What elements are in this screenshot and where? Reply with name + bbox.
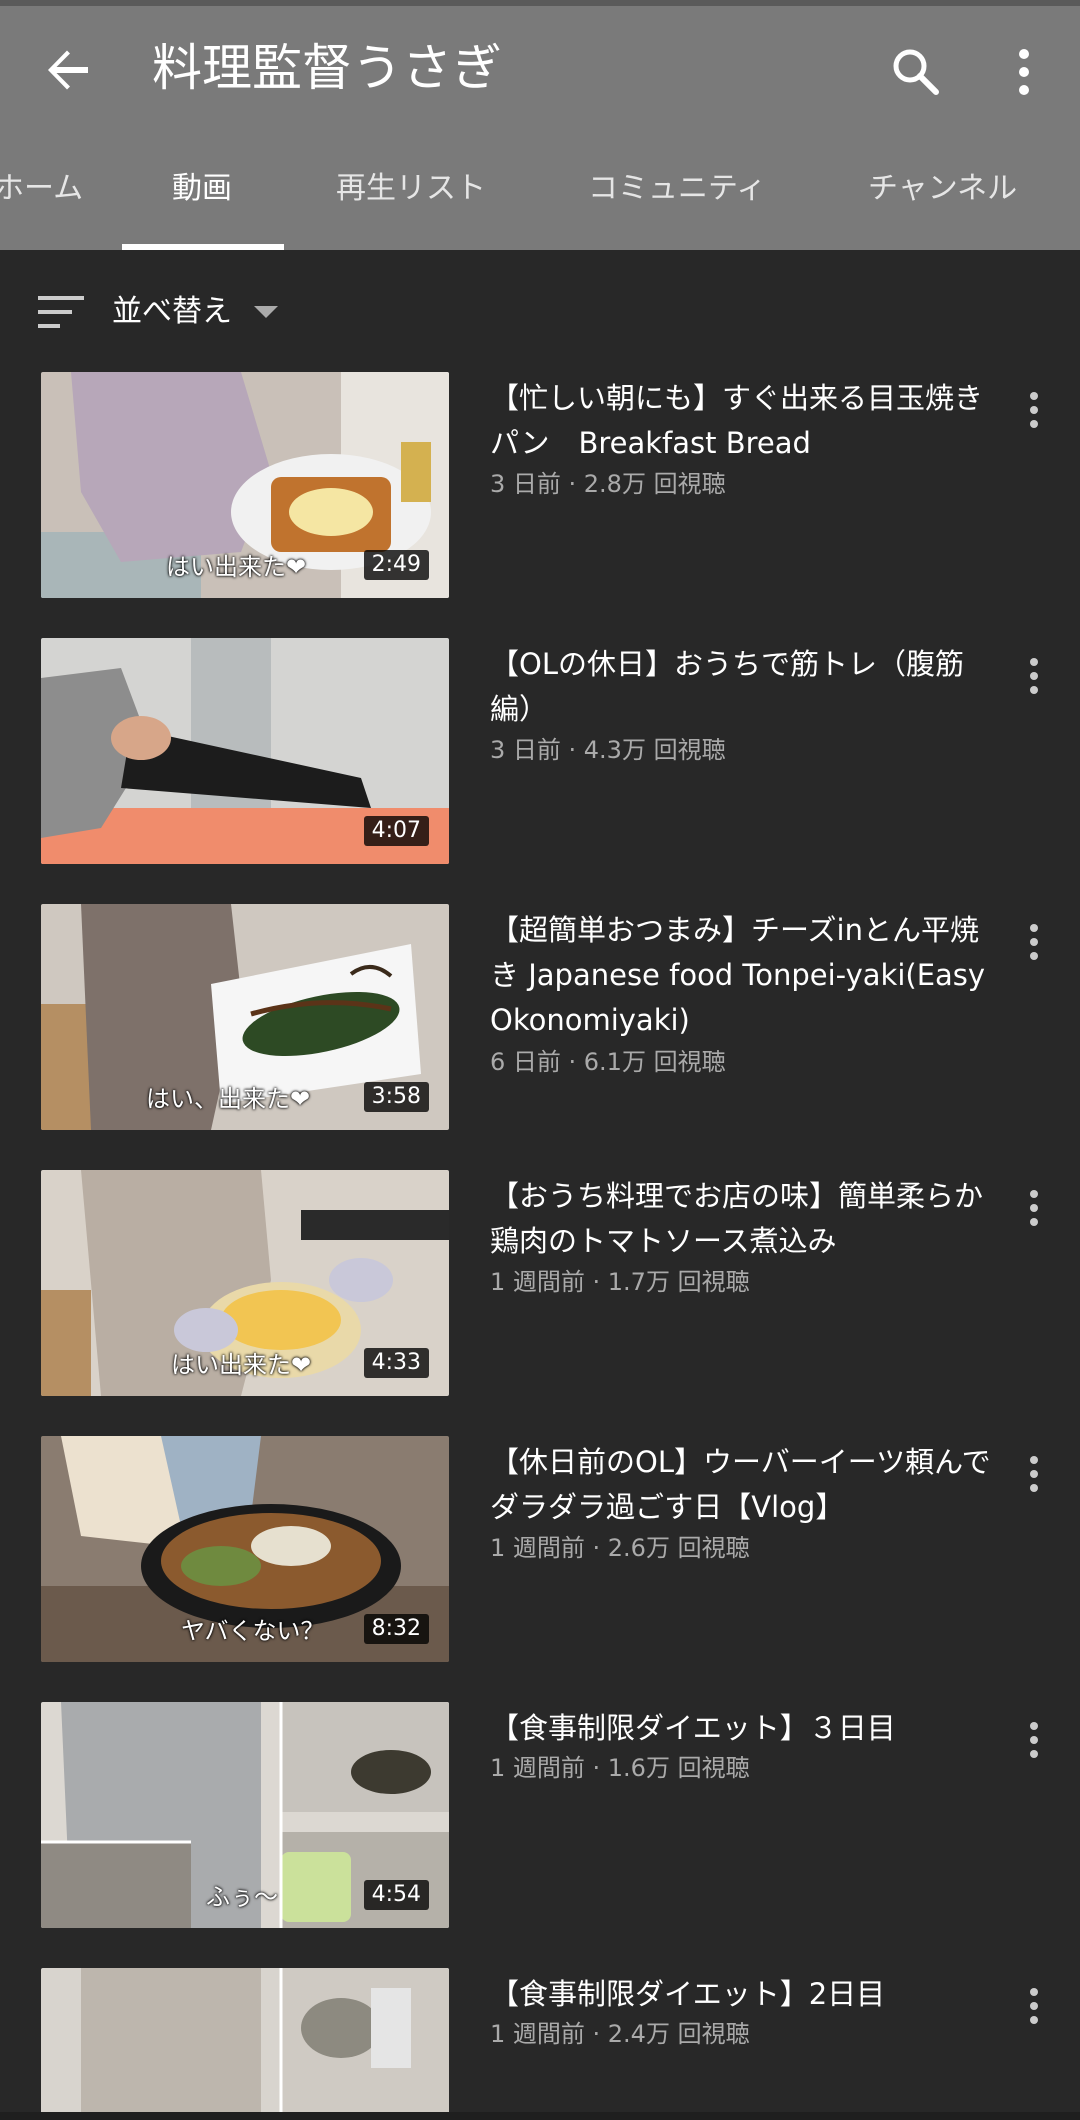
arrow-back-icon[interactable] (40, 42, 96, 98)
bottom-edge (0, 2112, 1080, 2120)
video-duration: 4:07 (363, 816, 429, 846)
video-thumbnail[interactable] (41, 1968, 449, 2112)
app-bar: 料理監督うさぎ (0, 6, 1080, 134)
video-meta: 1 週間前 · 1.6万 回視聴 (490, 1754, 750, 1782)
video-title[interactable]: 【OLの休日】おうちで筋トレ（腹筋編） (490, 642, 1000, 732)
video-title[interactable]: 【食事制限ダイエット】2日目 (490, 1972, 1000, 2017)
thumbnail-caption: ふぅ〜 (206, 1883, 278, 1911)
tab-playlists[interactable]: 再生リスト (336, 134, 486, 250)
thumbnail-caption: はい、出来た❤ (146, 1085, 311, 1113)
video-title[interactable]: 【食事制限ダイエット】３日目 (490, 1706, 1000, 1751)
more-vert-icon[interactable] (1024, 390, 1044, 430)
video-meta: 6 日前 · 6.1万 回視聴 (490, 1048, 726, 1076)
video-duration: 4:33 (363, 1348, 429, 1378)
video-thumbnail[interactable]: ふぅ〜 4:54 (41, 1702, 449, 1928)
thumbnail-caption: はい出来た❤ (166, 553, 307, 581)
video-thumbnail[interactable]: ヤバくない？ 8:32 (41, 1436, 449, 1662)
sort-control[interactable]: 並べ替え (0, 280, 600, 344)
active-tab-indicator (122, 244, 284, 250)
video-thumbnail[interactable]: はい出来た❤ 2:49 (41, 372, 449, 598)
video-item[interactable]: ヤバくない？ 8:32 【休日前のOL】ウーバーイーツ頼んでダラダラ過ごす日【V… (0, 1436, 1080, 1676)
video-duration: 2:49 (363, 550, 429, 580)
video-item[interactable]: はい、出来た❤ 3:58 【超簡単おつまみ】チーズinとん平焼き Japanes… (0, 904, 1080, 1144)
video-thumbnail[interactable]: はい、出来た❤ 3:58 (41, 904, 449, 1130)
video-title[interactable]: 【休日前のOL】ウーバーイーツ頼んでダラダラ過ごす日【Vlog】 (490, 1440, 1000, 1530)
tab-community[interactable]: コミュニティ (588, 134, 766, 250)
video-meta: 1 週間前 · 2.6万 回視聴 (490, 1534, 750, 1562)
tab-channels[interactable]: チャンネル (868, 134, 1017, 250)
video-item[interactable]: 【食事制限ダイエット】2日目 1 週間前 · 2.4万 回視聴 (0, 1968, 1080, 2112)
more-vert-icon[interactable] (1024, 1188, 1044, 1228)
sort-label: 並べ替え (112, 294, 232, 329)
video-meta: 3 日前 · 2.8万 回視聴 (490, 470, 726, 498)
thumbnail-caption: ヤバくない？ (181, 1617, 325, 1645)
video-thumbnail[interactable]: はい出来た❤ 4:33 (41, 1170, 449, 1396)
video-title[interactable]: 【おうち料理でお店の味】簡単柔らか鶏肉のトマトソース煮込み (490, 1174, 1000, 1264)
search-icon[interactable] (888, 44, 944, 100)
video-title[interactable]: 【忙しい朝にも】すぐ出来る目玉焼きパン Breakfast Bread (490, 376, 1000, 466)
sort-icon (38, 294, 86, 330)
tab-home[interactable]: ホーム (0, 134, 83, 250)
more-vert-icon[interactable] (1000, 44, 1048, 100)
video-duration: 8:32 (363, 1614, 429, 1644)
more-vert-icon[interactable] (1024, 1720, 1044, 1760)
video-meta: 1 週間前 · 1.7万 回視聴 (490, 1268, 750, 1296)
video-title[interactable]: 【超簡単おつまみ】チーズinとん平焼き Japanese food Tonpei… (490, 908, 1000, 1043)
video-meta: 3 日前 · 4.3万 回視聴 (490, 736, 726, 764)
channel-title: 料理監督うさぎ (152, 39, 502, 97)
tab-videos[interactable]: 動画 (172, 134, 232, 250)
video-item[interactable]: はい出来た❤ 2:49 【忙しい朝にも】すぐ出来る目玉焼きパン Breakfas… (0, 372, 1080, 612)
video-item[interactable]: 4:07 【OLの休日】おうちで筋トレ（腹筋編） 3 日前 · 4.3万 回視聴 (0, 638, 1080, 878)
more-vert-icon[interactable] (1024, 1986, 1044, 2026)
more-vert-icon[interactable] (1024, 656, 1044, 696)
video-duration: 4:54 (363, 1880, 429, 1910)
video-item[interactable]: はい出来た❤ 4:33 【おうち料理でお店の味】簡単柔らか鶏肉のトマトソース煮込… (0, 1170, 1080, 1410)
more-vert-icon[interactable] (1024, 922, 1044, 962)
more-vert-icon[interactable] (1024, 1454, 1044, 1494)
video-meta: 1 週間前 · 2.4万 回視聴 (490, 2020, 750, 2048)
video-thumbnail[interactable]: 4:07 (41, 638, 449, 864)
caret-down-icon (252, 304, 280, 320)
thumbnail-caption: はい出来た❤ (171, 1351, 312, 1379)
video-item[interactable]: ふぅ〜 4:54 【食事制限ダイエット】３日目 1 週間前 · 1.6万 回視聴 (0, 1702, 1080, 1942)
video-duration: 3:58 (363, 1082, 429, 1112)
channel-tabs: ホーム 動画 再生リスト コミュニティ チャンネル (0, 134, 1080, 250)
